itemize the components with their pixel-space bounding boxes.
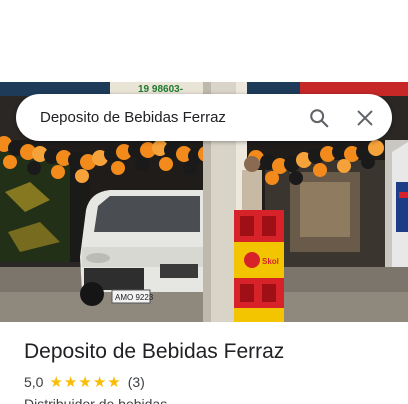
beer-crates: Skol xyxy=(234,210,284,322)
star-icon: ★ xyxy=(49,373,63,391)
van: AMO 9223 xyxy=(80,190,205,306)
rating-stars: ★ ★ ★ ★ ★ xyxy=(49,375,121,390)
license-plate: AMO 9223 xyxy=(115,293,154,302)
search-button[interactable] xyxy=(296,95,342,141)
rating-row[interactable]: 5,0 ★ ★ ★ ★ ★ (3) xyxy=(24,374,145,390)
rating-value: 5,0 xyxy=(24,374,44,390)
close-icon xyxy=(357,110,373,125)
clear-search-button[interactable] xyxy=(342,95,388,141)
star-icon: ★ xyxy=(63,373,78,391)
search-input[interactable] xyxy=(16,94,296,141)
place-name: Deposito de Bebidas Ferraz xyxy=(24,340,285,363)
search-icon xyxy=(310,108,329,127)
place-category: Distribuidor de bebidas xyxy=(24,396,168,404)
search-bar[interactable] xyxy=(16,94,392,141)
place-info-panel[interactable]: Deposito de Bebidas Ferraz 5,0 ★ ★ ★ ★ ★… xyxy=(0,322,408,404)
map-area-blank xyxy=(0,0,408,82)
star-icon: ★ xyxy=(107,373,121,391)
star-icon: ★ xyxy=(92,373,107,391)
star-icon: ★ xyxy=(78,373,92,391)
review-count[interactable]: (3) xyxy=(128,374,145,390)
crate-brand-text: Skol xyxy=(262,257,279,266)
